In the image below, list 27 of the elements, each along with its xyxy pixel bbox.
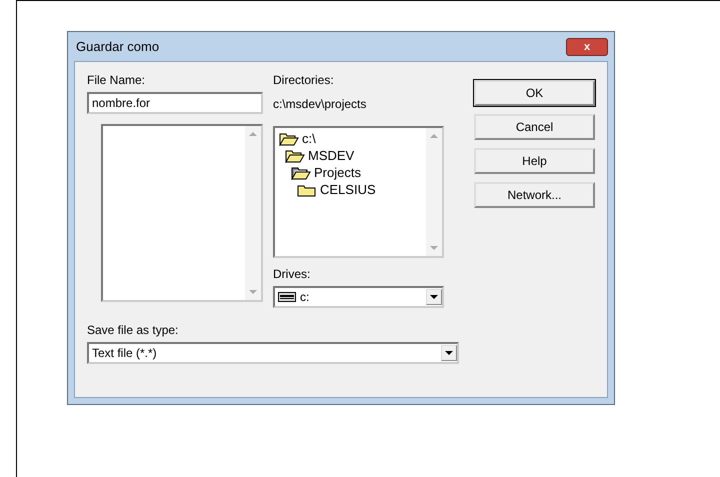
- window-title: Guardar como: [75, 39, 160, 54]
- close-button[interactable]: x: [566, 38, 608, 56]
- directory-item[interactable]: Projects: [314, 165, 361, 180]
- dialog-button[interactable]: Help: [474, 148, 595, 174]
- drive-icon: [278, 292, 296, 302]
- dialog-button[interactable]: Network...: [474, 182, 595, 208]
- current-path: c:\msdev\projects: [273, 96, 368, 113]
- file-list[interactable]: [101, 124, 263, 302]
- directory-list[interactable]: c:\ MSDEV Projects CELSIUS: [273, 126, 444, 258]
- open-folder-icon: [291, 166, 311, 180]
- save-type-dropdown[interactable]: Text file (*.*): [87, 342, 459, 364]
- directory-item[interactable]: MSDEV: [308, 148, 354, 163]
- open-folder-icon: [279, 132, 299, 146]
- file-name-field[interactable]: nombre.for: [87, 92, 263, 114]
- directory-item[interactable]: CELSIUS: [320, 182, 376, 197]
- file-name-label: File Name:: [87, 72, 146, 89]
- directories-label: Directories:: [273, 72, 335, 89]
- dialog-button[interactable]: OK: [474, 80, 595, 106]
- scrollbar[interactable]: [245, 126, 261, 300]
- scrollbar[interactable]: [426, 128, 442, 256]
- drives-label: Drives:: [273, 266, 312, 283]
- folder-icon: [297, 182, 317, 196]
- open-folder-icon: [285, 148, 305, 162]
- dialog-button[interactable]: Cancel: [474, 114, 595, 140]
- save-type-label: Save file as type:: [87, 322, 180, 339]
- drives-dropdown[interactable]: c:: [273, 286, 444, 308]
- directory-item[interactable]: c:\: [302, 131, 316, 146]
